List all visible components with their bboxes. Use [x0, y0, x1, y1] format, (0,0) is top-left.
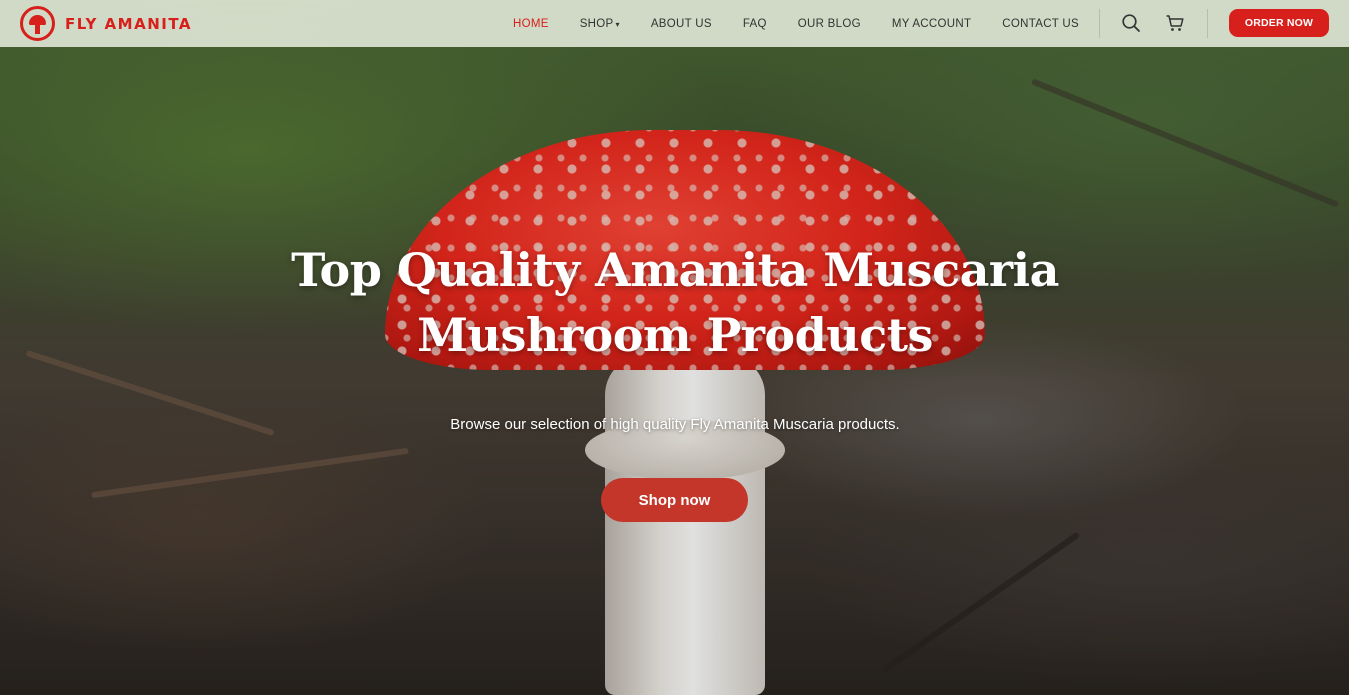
- nav-item-contact-us[interactable]: CONTACT US: [1002, 18, 1079, 30]
- logo[interactable]: FLY AMANITA: [20, 6, 192, 41]
- search-icon[interactable]: [1121, 13, 1141, 33]
- nav-item-faq[interactable]: FAQ: [743, 18, 767, 30]
- hero-title-line-2: Mushroom Products: [417, 308, 933, 362]
- nav-divider: [1099, 9, 1100, 38]
- nav-item-home[interactable]: HOME: [513, 18, 549, 30]
- logo-mushroom-icon: [20, 6, 55, 41]
- nav-item-about-us[interactable]: ABOUT US: [651, 18, 712, 30]
- hero-title: Top Quality Amanita Muscaria Mushroom Pr…: [175, 238, 1175, 368]
- nav-item-shop[interactable]: SHOP ▾: [580, 18, 620, 30]
- shop-now-button[interactable]: Shop now: [601, 478, 748, 522]
- nav-divider: [1207, 9, 1208, 38]
- order-now-button[interactable]: ORDER NOW: [1229, 9, 1329, 37]
- hero-subtitle: Browse our selection of high quality Fly…: [450, 416, 900, 433]
- logo-text: FLY AMANITA: [65, 14, 193, 33]
- nav-item-my-account[interactable]: MY ACCOUNT: [892, 18, 971, 30]
- nav-item-our-blog[interactable]: OUR BLOG: [798, 18, 861, 30]
- cart-icon[interactable]: [1165, 13, 1185, 33]
- site-header: FLY AMANITA HOME SHOP ▾ ABOUT US FAQ OUR …: [0, 0, 1349, 47]
- dropdown-caret-icon: ▾: [615, 19, 620, 29]
- hero-title-line-1: Top Quality Amanita Muscaria: [291, 243, 1059, 297]
- main-nav: HOME SHOP ▾ ABOUT US FAQ OUR BLOG MY ACCO…: [513, 0, 1110, 47]
